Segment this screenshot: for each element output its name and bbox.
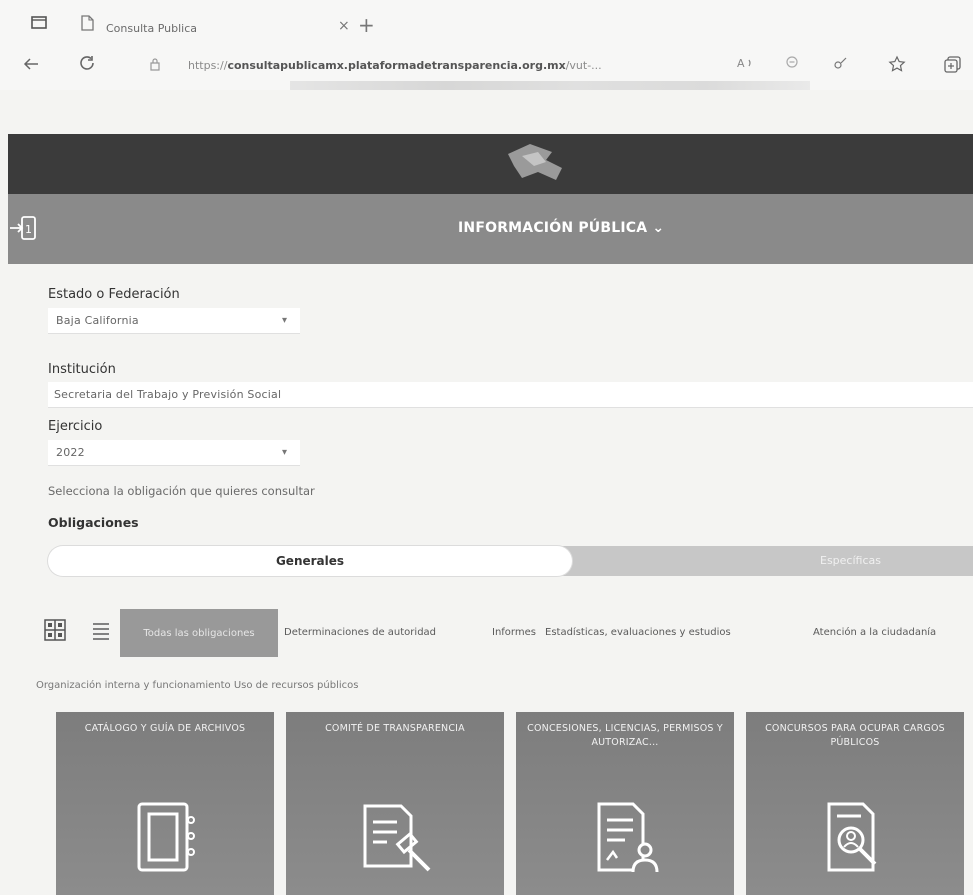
ejercicio-value: 2022 [56,446,85,459]
generales-toggle-button[interactable]: Generales [48,546,572,576]
select-caret-icon: ▾ [282,315,288,326]
filter-estadisticas[interactable]: Estadísticas, evaluaciones y estudios [545,627,731,638]
logo-icon[interactable] [500,138,580,188]
reload-icon[interactable] [78,54,96,72]
site-info-icon[interactable] [148,57,162,71]
new-tab-button[interactable]: + [358,13,375,37]
card-concesiones[interactable]: CONCESIONES, LICENCIAS, PERMISOS Y AUTOR… [516,712,734,895]
tab-close-button[interactable]: × [338,18,350,34]
filter-second-row[interactable]: Organización interna y funcionamiento Us… [36,680,358,691]
obligation-hint: Selecciona la obligación que quieres con… [48,484,315,498]
card-title: CONCURSOS PARA OCUPAR CARGOS PÚBLICOS [765,723,945,748]
url-field[interactable]: https://consultapublicamx.plataformadetr… [188,59,708,72]
list-view-icon[interactable] [90,619,112,641]
estado-label: Estado o Federación [48,287,180,302]
card-title: CONCESIONES, LICENCIAS, PERMISOS Y AUTOR… [527,723,723,748]
svg-text:1: 1 [25,223,32,236]
grid-view-icon[interactable] [44,619,66,641]
especificas-toggle-button[interactable]: Específicas [820,554,881,567]
read-aloud-icon[interactable]: A [736,55,756,71]
favorites-star-icon[interactable] [888,55,908,73]
institucion-value: Secretaria del Trabajo y Previsión Socia… [54,388,282,401]
obligaciones-label: Obligaciones [48,515,139,530]
filter-determinaciones[interactable]: Determinaciones de autoridad [284,627,436,638]
zoom-icon[interactable] [785,55,801,71]
svg-text:A: A [737,57,745,70]
card-catalogo-archivos[interactable]: CATÁLOGO Y GUÍA DE ARCHIVOS [56,712,274,895]
chevron-down-icon: ⌄ [652,220,665,236]
scan-artifact [290,81,810,90]
card-comite-transparencia[interactable]: COMITÉ DE TRANSPARENCIA [286,712,504,895]
select-caret-icon: ▾ [282,447,288,458]
card-concursos[interactable]: CONCURSOS PARA OCUPAR CARGOS PÚBLICOS [746,712,964,895]
filter-todas-las-obligaciones[interactable]: Todas las obligaciones [120,609,278,657]
estado-select[interactable]: Baja California ▾ [48,308,300,334]
card-title: COMITÉ DE TRANSPARENCIA [325,723,465,734]
document-user-icon [597,802,659,873]
tab-title[interactable]: Consulta Publica [106,22,197,35]
document-gavel-icon [363,804,431,872]
tab-actions-icon[interactable] [30,14,48,32]
ejercicio-select[interactable]: 2022 ▾ [48,440,300,466]
sidebar-login-icon[interactable]: 1 [8,212,38,244]
extensions-icon[interactable] [832,55,848,71]
filter-atencion[interactable]: Atención a la ciudadanía [813,627,936,638]
site-logo-band [8,134,973,194]
page-icon [81,15,94,31]
document-search-icon [827,802,877,872]
card-title: CATÁLOGO Y GUÍA DE ARCHIVOS [84,723,246,734]
ejercicio-label: Ejercicio [48,419,103,434]
filter-informes[interactable]: Informes [492,627,536,638]
estado-value: Baja California [56,314,139,327]
informacion-publica-menu[interactable]: INFORMACIÓN PÚBLICA ⌄ [458,220,664,236]
archive-binder-icon [137,802,195,872]
institucion-select[interactable]: Secretaria del Trabajo y Previsión Socia… [48,382,973,408]
collections-icon[interactable] [943,55,963,73]
institucion-label: Institución [48,362,116,377]
back-arrow-icon[interactable] [22,56,40,72]
